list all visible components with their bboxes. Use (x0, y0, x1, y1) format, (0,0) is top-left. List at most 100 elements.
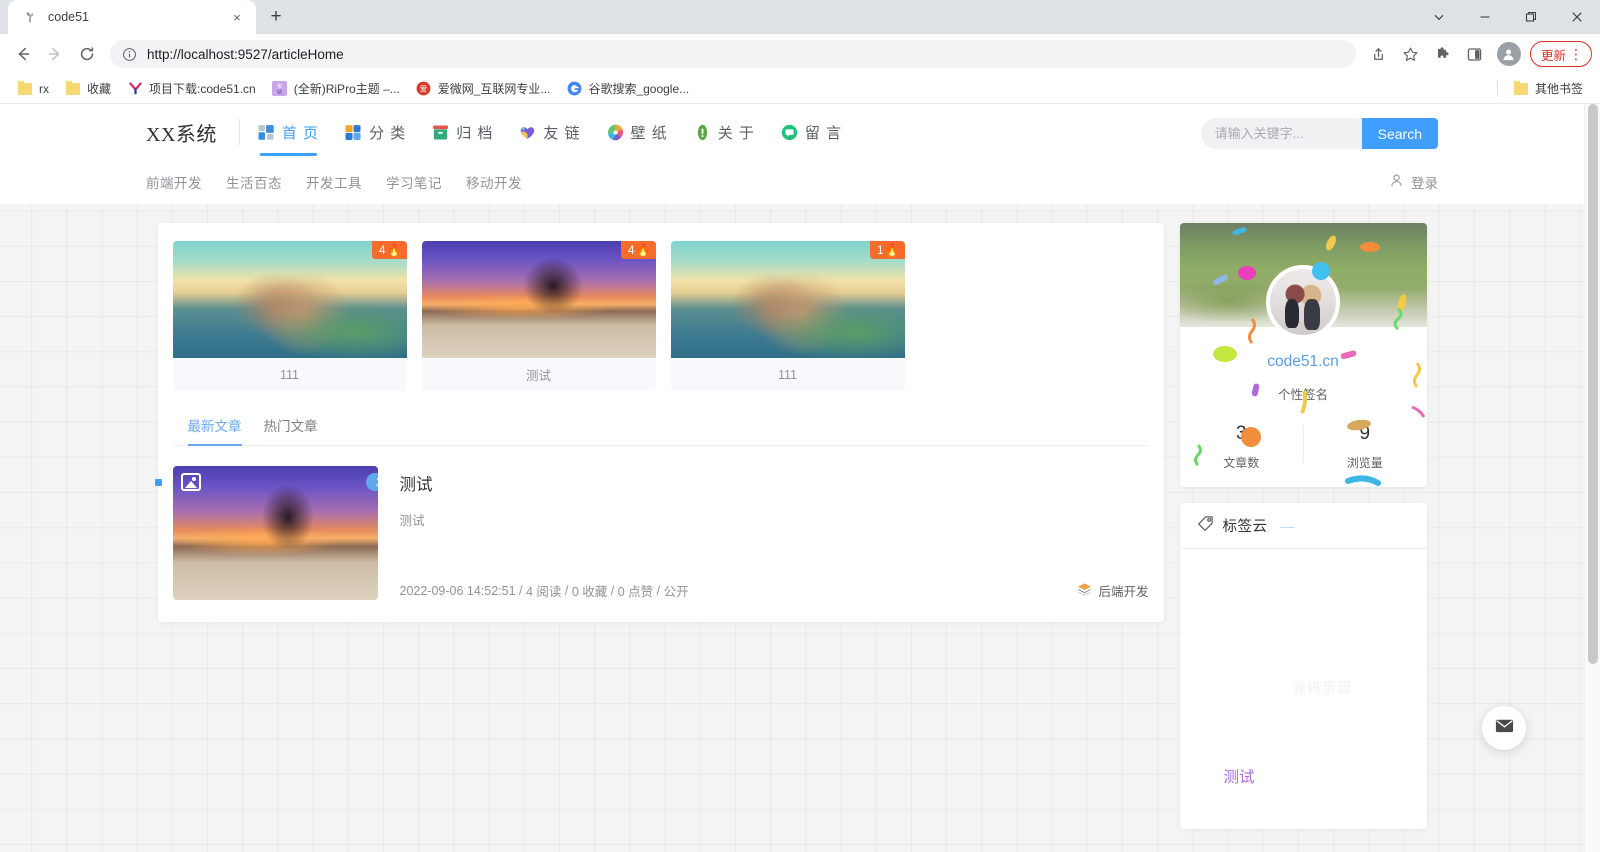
article-favorites: 0 收藏 (571, 585, 608, 599)
subnav-item-mobile[interactable]: 移动开发 (466, 172, 522, 192)
nav-item-wallpaper[interactable]: 壁 纸 (607, 104, 668, 160)
fire-icon: 🔥 (635, 243, 651, 257)
bookmark-item[interactable]: 收藏 (58, 77, 118, 100)
nav-item-archive[interactable]: 归 档 (432, 104, 493, 160)
carousel-card[interactable]: 4 🔥 111 (172, 241, 407, 391)
article-views: 4 阅读 (526, 585, 562, 599)
login-button[interactable]: 登录 (1389, 172, 1438, 192)
bookmark-item[interactable]: 项目下载:code51.cn (120, 77, 263, 100)
close-icon[interactable]: × (228, 8, 246, 26)
hot-badge: 4 🔥 (620, 241, 656, 259)
sidebar: code51.cn 个性签名 3 文章数 9 浏览量 标签云 — 源码乐园 测试 (1179, 223, 1427, 852)
stat-value: 9 (1359, 423, 1371, 444)
bookmark-item[interactable]: 爱 爱微网_互联网专业... (409, 77, 558, 100)
tag-cloud-item[interactable]: 测试 (1224, 765, 1255, 787)
tab-hot-articles[interactable]: 热门文章 (264, 415, 318, 445)
stat-views: 9 浏览量 (1303, 423, 1427, 471)
address-bar[interactable]: http://localhost:9527/articleHome (110, 40, 1356, 68)
stat-articles: 3 文章数 (1180, 423, 1304, 471)
y-icon (127, 81, 143, 97)
browser-tab[interactable]: code51 × (8, 0, 256, 34)
forward-button[interactable] (40, 39, 70, 69)
tab-title: code51 (48, 10, 90, 24)
update-label: 更新 (1540, 48, 1566, 63)
collapse-icon[interactable]: — (1281, 518, 1295, 534)
new-tab-button[interactable]: + (262, 3, 290, 31)
profile-name[interactable]: code51.cn (1180, 353, 1427, 371)
login-label: 登录 (1411, 176, 1438, 191)
nav-label: 关 于 (717, 124, 755, 142)
browser-window: code51 × + http://localhost:9527/article… (0, 0, 1600, 852)
other-bookmarks-label: 其他书签 (1534, 82, 1583, 96)
article-list-item[interactable]: 20 测试 测试 2022-09-06 14:52:51 / 4 阅读 / 0 … (154, 446, 1164, 622)
article-body: 测试 测试 2022-09-06 14:52:51 / 4 阅读 / 0 收藏 … (378, 466, 1149, 600)
badge-count: 4 (627, 243, 635, 257)
back-button[interactable] (8, 39, 38, 69)
reload-button[interactable] (72, 39, 102, 69)
avatar[interactable] (1266, 265, 1340, 339)
category-icon (345, 124, 362, 141)
carousel-card[interactable]: 1 🔥 111 (670, 241, 905, 391)
nav-item-about[interactable]: 关 于 (694, 104, 755, 160)
tag-cloud-card: 标签云 — 源码乐园 测试 (1179, 503, 1427, 829)
site-brand[interactable]: XX系统 (146, 118, 217, 147)
link-heart-icon (519, 124, 536, 141)
bookmark-label: 谷歌搜索_google... (588, 82, 690, 96)
bookmark-item[interactable]: rx (10, 78, 56, 100)
bookmark-item[interactable]: 资站 (全新)RiPro主题 –... (265, 77, 407, 100)
close-window-button[interactable] (1554, 0, 1600, 34)
tag-cloud-header: 标签云 — (1179, 503, 1427, 549)
star-icon[interactable] (1396, 39, 1426, 69)
profile-avatar-button[interactable] (1496, 42, 1521, 66)
nav-label: 分 类 (369, 124, 407, 142)
page-scrollbar[interactable] (1584, 104, 1600, 852)
divider (1303, 425, 1304, 463)
main-column: 4 🔥 111 4 🔥 测试 1 🔥 111 最新文章 热门文章 测试 测试 2… (154, 223, 1164, 852)
tag-cloud-body: 源码乐园 测试 (1180, 549, 1427, 829)
carousel-caption: 111 (172, 358, 407, 391)
toolbar-right-actions: 更新 ⋮ (1364, 39, 1592, 69)
meta-separator: / (515, 583, 526, 598)
subnav-item-frontend[interactable]: 前端开发 (146, 172, 202, 192)
three-dots-icon[interactable]: ⋮ (1569, 47, 1583, 61)
nav-item-message[interactable]: 留 言 (781, 104, 842, 160)
profile-body: code51.cn 个性签名 3 文章数 9 浏览量 (1180, 327, 1427, 487)
subnav-item-life[interactable]: 生活百态 (226, 172, 282, 192)
sub-navigation: 前端开发 生活百态 开发工具 学习笔记 移动开发 登录 (0, 160, 1584, 204)
nav-item-friendlinks[interactable]: 友 链 (519, 104, 580, 160)
nav-item-home[interactable]: 首 页 (258, 104, 319, 160)
stat-label: 文章数 (1223, 456, 1260, 470)
bookmark-item[interactable]: 谷歌搜索_google... (559, 77, 696, 100)
bookmarks-bar: rx 收藏 项目下载:code51.cn 资站 (全新)RiPro主题 –...… (0, 74, 1600, 104)
puzzle-icon[interactable] (1428, 39, 1458, 69)
tag-cloud-title: 标签云 (1222, 519, 1268, 535)
minimize-button[interactable] (1462, 0, 1508, 34)
url-text: http://localhost:9527/articleHome (147, 46, 344, 62)
profile-stats: 3 文章数 9 浏览量 (1180, 423, 1427, 471)
article-thumbnail[interactable]: 20 (172, 466, 378, 600)
hot-badge: 4 🔥 (371, 241, 407, 259)
carousel-card[interactable]: 4 🔥 测试 (421, 241, 656, 391)
search-input[interactable] (1200, 118, 1362, 149)
message-fab-button[interactable] (1482, 706, 1526, 750)
panel-icon[interactable] (1460, 39, 1490, 69)
article-meta: 2022-09-06 14:52:51 / 4 阅读 / 0 收藏 / 0 点赞… (400, 581, 1149, 600)
nav-item-category[interactable]: 分 类 (345, 104, 406, 160)
tab-latest-articles[interactable]: 最新文章 (187, 415, 242, 446)
profile-card: code51.cn 个性签名 3 文章数 9 浏览量 (1179, 223, 1427, 487)
fire-icon: 🔥 (386, 243, 402, 257)
article-title[interactable]: 测试 (400, 471, 1149, 495)
tab-search-chevron-icon[interactable] (1416, 0, 1462, 34)
scrollbar-thumb[interactable] (1588, 104, 1598, 664)
envelope-icon (1494, 715, 1515, 741)
article-category[interactable]: 后端开发 (1077, 581, 1149, 600)
badge-count: 4 (378, 243, 386, 257)
subnav-item-devtools[interactable]: 开发工具 (306, 172, 362, 192)
search-button[interactable]: Search (1361, 118, 1438, 149)
update-button[interactable]: 更新 ⋮ (1529, 41, 1592, 67)
share-icon[interactable] (1364, 39, 1394, 69)
article-tabs: 最新文章 热门文章 (172, 401, 1149, 446)
maximize-button[interactable] (1508, 0, 1554, 34)
subnav-item-notes[interactable]: 学习笔记 (386, 172, 442, 192)
other-bookmarks-button[interactable]: 其他书签 (1506, 77, 1590, 100)
